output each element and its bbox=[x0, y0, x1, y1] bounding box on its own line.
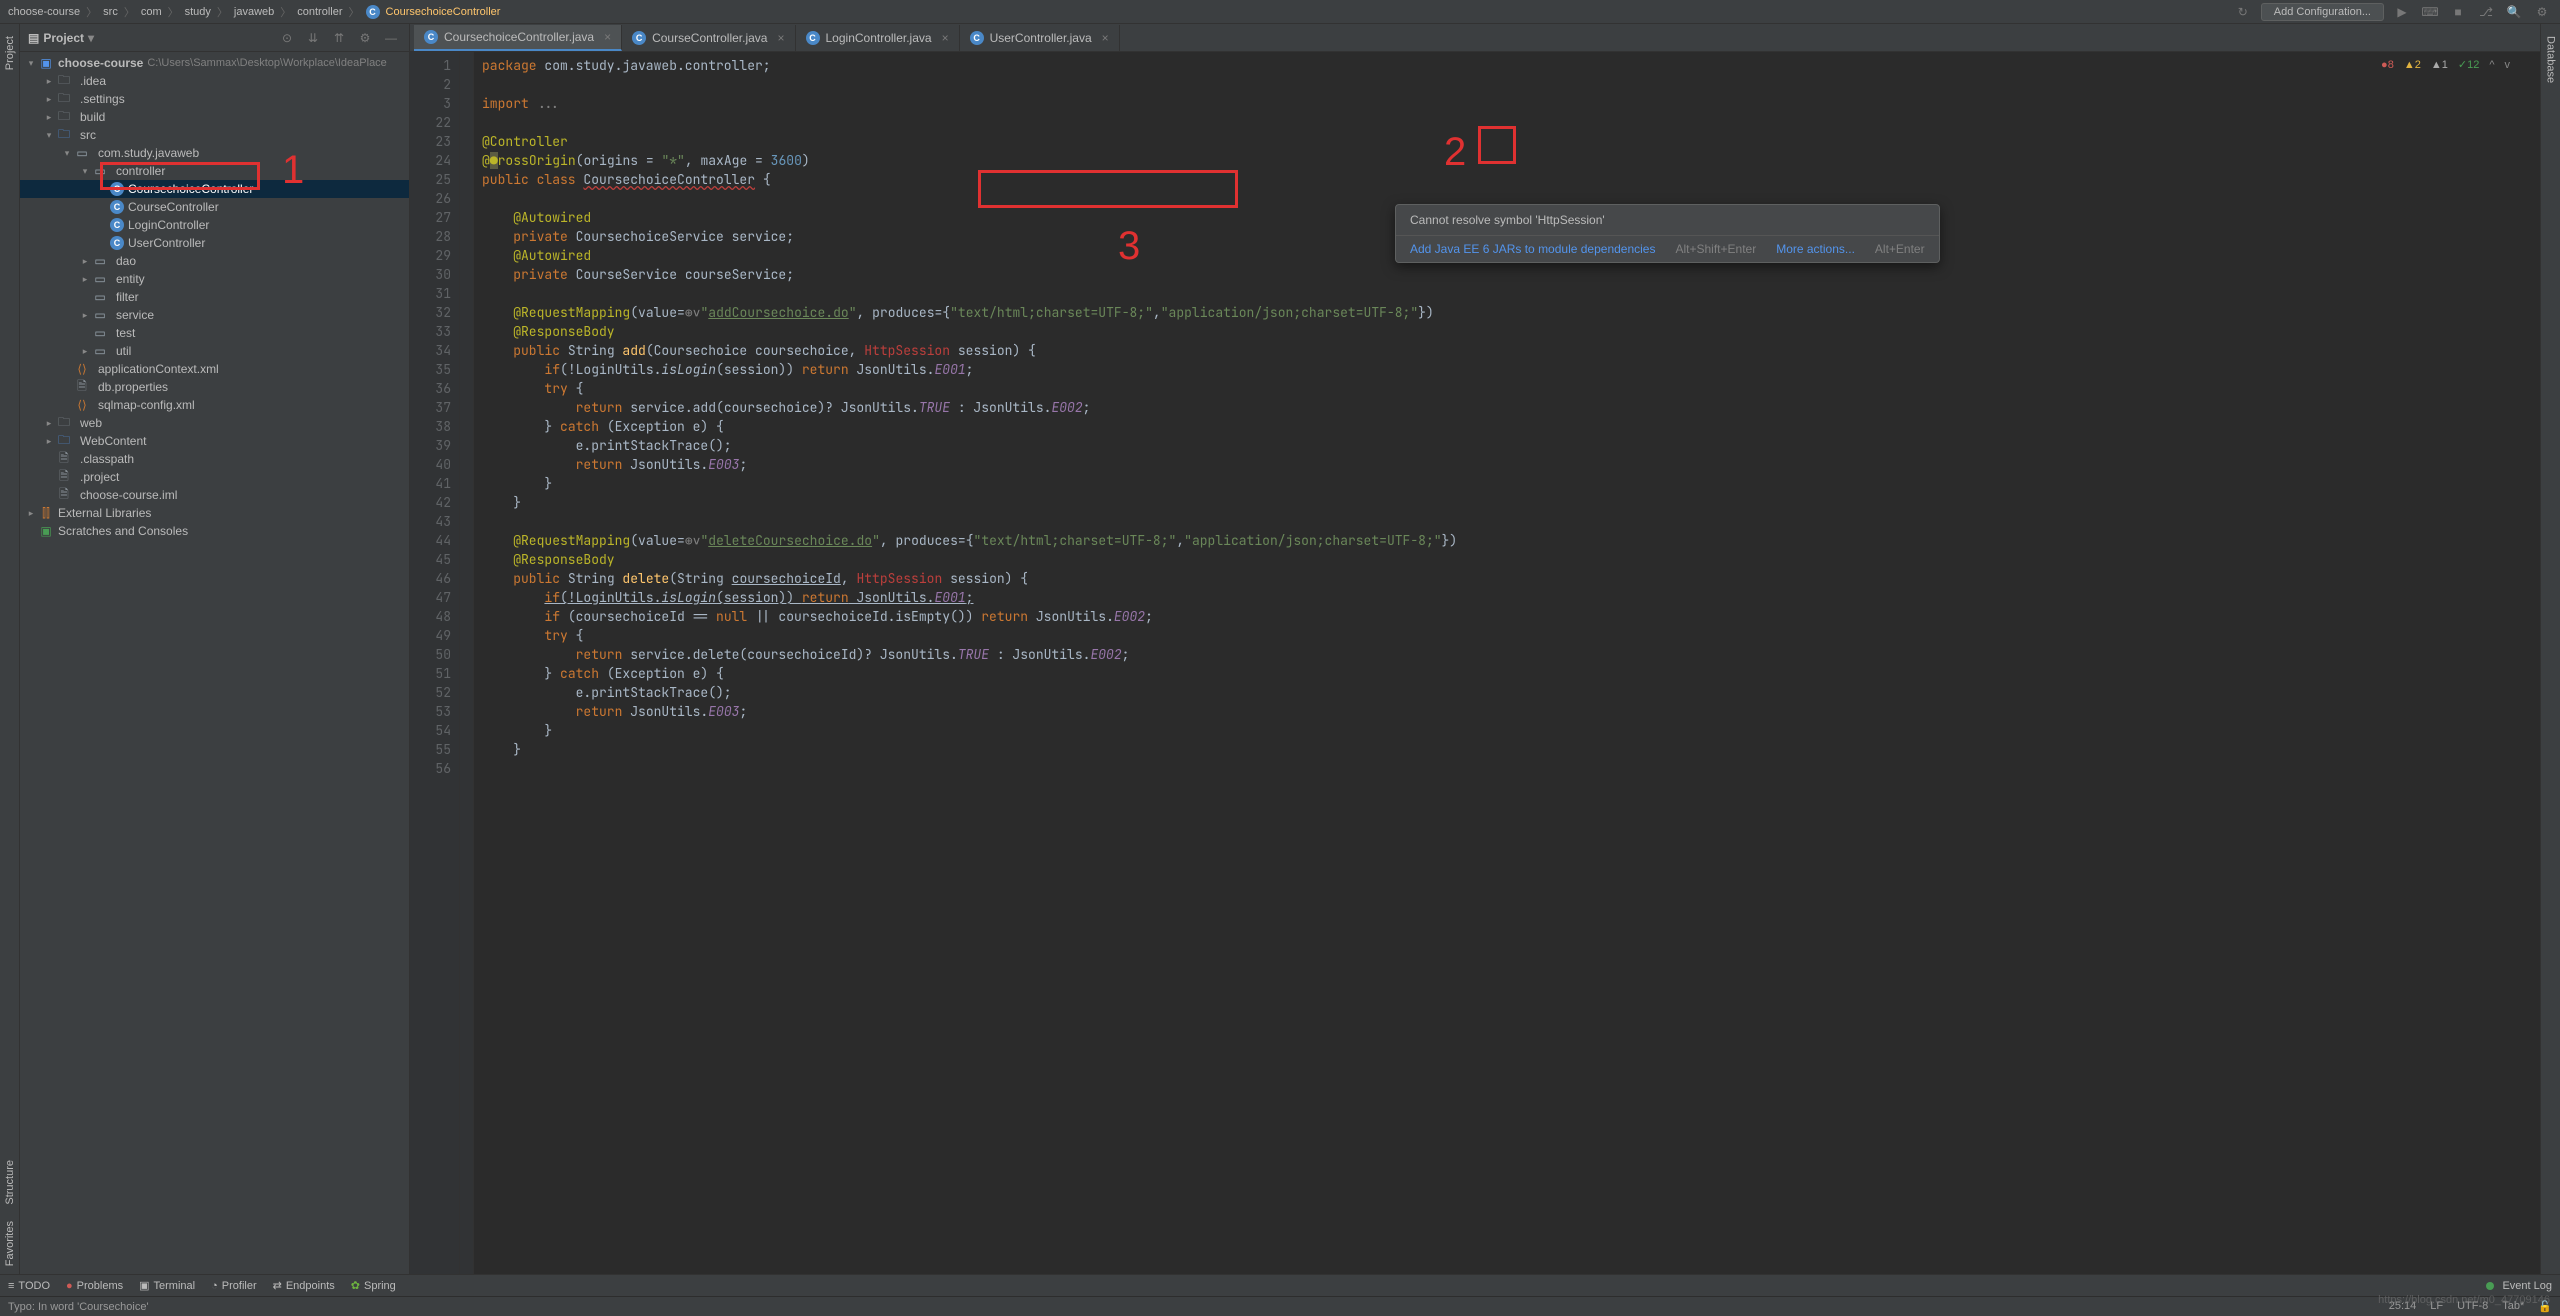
navigation-bar: choose-course〉 src〉 com〉 study〉 javaweb〉… bbox=[0, 0, 2560, 24]
tool-tab-favorites[interactable]: Favorites bbox=[2, 1213, 18, 1274]
tree-item[interactable]: ▾🗀src bbox=[20, 126, 409, 144]
run-icon[interactable]: ▶ bbox=[2392, 2, 2412, 22]
tree-item[interactable]: 🗎db.properties bbox=[20, 378, 409, 396]
status-message: Typo: In word 'Coursechoice' bbox=[8, 1301, 149, 1313]
hide-icon[interactable]: — bbox=[381, 28, 401, 48]
tree-item[interactable]: ▾▭com.study.javaweb bbox=[20, 144, 409, 162]
collapse-icon[interactable]: ⇈ bbox=[329, 28, 349, 48]
tool-problems[interactable]: ● Problems bbox=[66, 1280, 123, 1292]
breadcrumb[interactable]: choose-course〉 src〉 com〉 study〉 javaweb〉… bbox=[8, 4, 500, 20]
tree-item[interactable]: ▸▭service bbox=[20, 306, 409, 324]
tree-item[interactable]: ⟨⟩sqlmap-config.xml bbox=[20, 396, 409, 414]
editor-area: CCoursechoiceController.java×CCourseCont… bbox=[410, 24, 2540, 1274]
inspection-widget[interactable]: ●8 ▲2 ▲1 ✓12 ^v bbox=[2381, 58, 2510, 71]
reload-icon[interactable]: ↻ bbox=[2233, 2, 2253, 22]
tree-item[interactable]: ▸▭util bbox=[20, 342, 409, 360]
project-tree[interactable]: ▾ ▣ choose-course C:\Users\Sammax\Deskto… bbox=[20, 52, 409, 1274]
git-icon[interactable]: ⎇ bbox=[2476, 2, 2496, 22]
intention-popup: Cannot resolve symbol 'HttpSession' Add … bbox=[1395, 204, 1940, 263]
close-icon[interactable]: × bbox=[1102, 31, 1109, 45]
editor-tab[interactable]: CCourseController.java× bbox=[622, 25, 795, 51]
tree-item[interactable]: CCourseController bbox=[20, 198, 409, 216]
tool-tab-structure[interactable]: Structure bbox=[2, 1152, 18, 1213]
tree-item[interactable]: CUserController bbox=[20, 234, 409, 252]
tool-endpoints[interactable]: ⇄ Endpoints bbox=[273, 1279, 335, 1292]
annotation-label-1: 1 bbox=[282, 148, 304, 193]
crumb[interactable]: controller bbox=[297, 6, 342, 18]
crumb[interactable]: choose-course bbox=[8, 6, 80, 18]
settings-icon[interactable]: ⚙ bbox=[2532, 2, 2552, 22]
crumb[interactable]: study bbox=[185, 6, 211, 18]
annotation-label-3: 3 bbox=[1118, 224, 1140, 269]
close-icon[interactable]: × bbox=[604, 30, 611, 44]
search-icon[interactable]: 🔍 bbox=[2504, 2, 2524, 22]
tree-item[interactable]: ▸🗀web bbox=[20, 414, 409, 432]
tree-item[interactable]: ▾▭controller bbox=[20, 162, 409, 180]
more-actions[interactable]: More actions... bbox=[1776, 242, 1855, 256]
crumb-current[interactable]: CoursechoiceController bbox=[386, 6, 501, 18]
debug-icon[interactable]: ⌨ bbox=[2420, 2, 2440, 22]
project-tool-window: ▤Project▾ ⊙ ⇊ ⇈ ⚙ — ▾ ▣ choose-course C:… bbox=[20, 24, 410, 1274]
tool-tab-database[interactable]: Database bbox=[2543, 28, 2559, 91]
tree-item[interactable]: 🗎.project bbox=[20, 468, 409, 486]
tool-terminal[interactable]: ▣ Terminal bbox=[139, 1279, 195, 1292]
tool-eventlog[interactable]: Event Log bbox=[2486, 1280, 2552, 1292]
locate-icon[interactable]: ⊙ bbox=[277, 28, 297, 48]
status-bar: Typo: In word 'Coursechoice' 25:14 LF UT… bbox=[0, 1296, 2560, 1316]
crumb[interactable]: javaweb bbox=[234, 6, 274, 18]
annotation-label-2: 2 bbox=[1444, 130, 1466, 175]
tool-profiler[interactable]: ◔ Profiler bbox=[211, 1280, 257, 1292]
more-actions-shortcut: Alt+Enter bbox=[1875, 242, 1925, 256]
watermark: https://blog.csdn.net/m0_47709146 bbox=[2378, 1294, 2550, 1306]
quick-fix-action[interactable]: Add Java EE 6 JARs to module dependencie… bbox=[1410, 242, 1655, 256]
tree-scratches[interactable]: ▣ Scratches and Consoles bbox=[20, 522, 409, 540]
popup-error-text: Cannot resolve symbol 'HttpSession' bbox=[1396, 205, 1939, 236]
stop-icon[interactable]: ■ bbox=[2448, 2, 2468, 22]
tree-item[interactable]: CLoginController bbox=[20, 216, 409, 234]
tree-item[interactable]: ▸▭dao bbox=[20, 252, 409, 270]
project-panel-title[interactable]: ▤Project▾ bbox=[28, 31, 94, 45]
editor-tab[interactable]: CLoginController.java× bbox=[796, 25, 960, 51]
tool-todo[interactable]: ≡ TODO bbox=[8, 1280, 50, 1292]
tree-item[interactable]: ▭filter bbox=[20, 288, 409, 306]
tree-item[interactable]: ▭test bbox=[20, 324, 409, 342]
left-tool-stripe: Project Structure Favorites bbox=[0, 24, 20, 1274]
tree-item[interactable]: ▸🗀.settings bbox=[20, 90, 409, 108]
bottom-tool-bar: ≡ TODO ● Problems ▣ Terminal ◔ Profiler … bbox=[0, 1274, 2560, 1296]
tree-item[interactable]: ⟨⟩applicationContext.xml bbox=[20, 360, 409, 378]
tree-ext-libs[interactable]: ▸⫿⫿ External Libraries bbox=[20, 504, 409, 522]
line-gutter[interactable]: 1232223242526272829303132333435363738394… bbox=[410, 52, 460, 1274]
editor-tab[interactable]: CUserController.java× bbox=[960, 25, 1120, 51]
quick-fix-shortcut: Alt+Shift+Enter bbox=[1675, 242, 1756, 256]
crumb[interactable]: com bbox=[141, 6, 162, 18]
tree-item[interactable]: ▸▭entity bbox=[20, 270, 409, 288]
tool-spring[interactable]: ✿ Spring bbox=[351, 1279, 396, 1292]
tree-item[interactable]: 🗎.classpath bbox=[20, 450, 409, 468]
right-tool-stripe: Database bbox=[2540, 24, 2560, 1274]
crumb[interactable]: src bbox=[103, 6, 118, 18]
close-icon[interactable]: × bbox=[777, 31, 784, 45]
tree-root[interactable]: ▾ ▣ choose-course C:\Users\Sammax\Deskto… bbox=[20, 54, 409, 72]
editor-tab[interactable]: CCoursechoiceController.java× bbox=[414, 25, 622, 51]
fold-gutter[interactable] bbox=[460, 52, 474, 1274]
close-icon[interactable]: × bbox=[942, 31, 949, 45]
tree-item[interactable]: CCoursechoiceController bbox=[20, 180, 409, 198]
tree-item[interactable]: ▸🗀WebContent bbox=[20, 432, 409, 450]
tree-item[interactable]: 🗎choose-course.iml bbox=[20, 486, 409, 504]
editor-tabs: CCoursechoiceController.java×CCourseCont… bbox=[410, 24, 2540, 52]
tree-item[interactable]: ▸🗀build bbox=[20, 108, 409, 126]
gear-icon[interactable]: ⚙ bbox=[355, 28, 375, 48]
tree-item[interactable]: ▸🗀.idea bbox=[20, 72, 409, 90]
editor[interactable]: ●8 ▲2 ▲1 ✓12 ^v 123222324252627282930313… bbox=[410, 52, 2540, 1274]
tool-tab-project[interactable]: Project bbox=[2, 28, 18, 78]
expand-icon[interactable]: ⇊ bbox=[303, 28, 323, 48]
run-config-button[interactable]: Add Configuration... bbox=[2261, 3, 2384, 21]
